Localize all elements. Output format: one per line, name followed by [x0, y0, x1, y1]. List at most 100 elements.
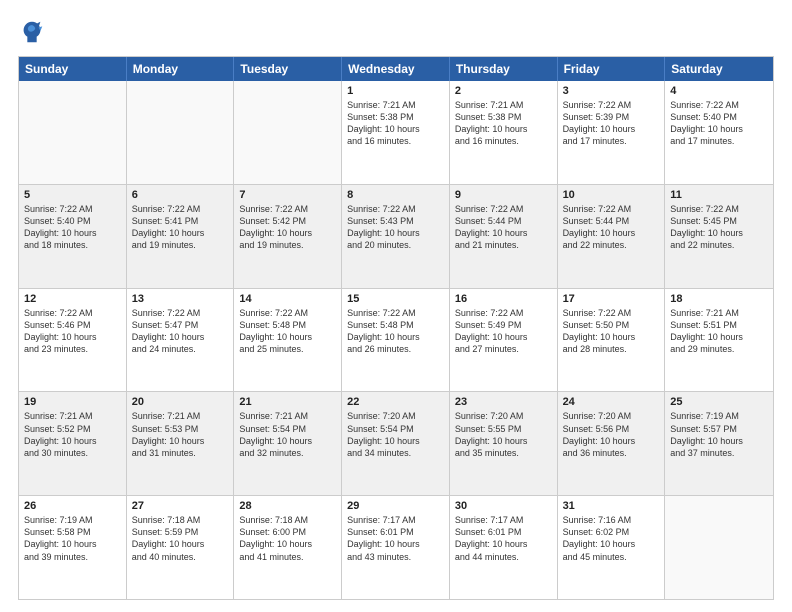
day-cell-11: 11 Sunrise: 7:22 AMSunset: 5:45 PMDayligh…: [665, 185, 773, 288]
weekday-header-monday: Monday: [127, 57, 235, 81]
day-cell-20: 20 Sunrise: 7:21 AMSunset: 5:53 PMDayligh…: [127, 392, 235, 495]
day-number: 31: [563, 500, 660, 512]
day-info: Sunrise: 7:20 AMSunset: 5:54 PMDaylight:…: [347, 410, 444, 459]
day-info: Sunrise: 7:21 AMSunset: 5:38 PMDaylight:…: [455, 99, 552, 148]
day-number: 6: [132, 189, 229, 201]
logo-icon: [18, 18, 46, 46]
day-number: 2: [455, 85, 552, 97]
day-number: 27: [132, 500, 229, 512]
day-info: Sunrise: 7:22 AMSunset: 5:50 PMDaylight:…: [563, 307, 660, 356]
empty-cell-r4c6: [665, 496, 773, 599]
day-cell-18: 18 Sunrise: 7:21 AMSunset: 5:51 PMDayligh…: [665, 289, 773, 392]
day-info: Sunrise: 7:19 AMSunset: 5:58 PMDaylight:…: [24, 514, 121, 563]
day-cell-2: 2 Sunrise: 7:21 AMSunset: 5:38 PMDaylight…: [450, 81, 558, 184]
day-cell-31: 31 Sunrise: 7:16 AMSunset: 6:02 PMDayligh…: [558, 496, 666, 599]
day-cell-14: 14 Sunrise: 7:22 AMSunset: 5:48 PMDayligh…: [234, 289, 342, 392]
day-info: Sunrise: 7:17 AMSunset: 6:01 PMDaylight:…: [455, 514, 552, 563]
weekday-header-sunday: Sunday: [19, 57, 127, 81]
day-cell-9: 9 Sunrise: 7:22 AMSunset: 5:44 PMDaylight…: [450, 185, 558, 288]
day-number: 18: [670, 293, 768, 305]
day-number: 4: [670, 85, 768, 97]
day-number: 30: [455, 500, 552, 512]
day-info: Sunrise: 7:21 AMSunset: 5:53 PMDaylight:…: [132, 410, 229, 459]
day-cell-29: 29 Sunrise: 7:17 AMSunset: 6:01 PMDayligh…: [342, 496, 450, 599]
day-number: 11: [670, 189, 768, 201]
day-info: Sunrise: 7:22 AMSunset: 5:48 PMDaylight:…: [239, 307, 336, 356]
calendar-row-2: 12 Sunrise: 7:22 AMSunset: 5:46 PMDayligh…: [19, 288, 773, 392]
day-info: Sunrise: 7:21 AMSunset: 5:51 PMDaylight:…: [670, 307, 768, 356]
day-cell-1: 1 Sunrise: 7:21 AMSunset: 5:38 PMDaylight…: [342, 81, 450, 184]
day-info: Sunrise: 7:22 AMSunset: 5:40 PMDaylight:…: [24, 203, 121, 252]
day-number: 3: [563, 85, 660, 97]
day-number: 9: [455, 189, 552, 201]
weekday-header-saturday: Saturday: [665, 57, 773, 81]
calendar: SundayMondayTuesdayWednesdayThursdayFrid…: [18, 56, 774, 600]
day-info: Sunrise: 7:16 AMSunset: 6:02 PMDaylight:…: [563, 514, 660, 563]
day-cell-5: 5 Sunrise: 7:22 AMSunset: 5:40 PMDaylight…: [19, 185, 127, 288]
day-number: 22: [347, 396, 444, 408]
day-number: 19: [24, 396, 121, 408]
day-cell-22: 22 Sunrise: 7:20 AMSunset: 5:54 PMDayligh…: [342, 392, 450, 495]
calendar-row-1: 5 Sunrise: 7:22 AMSunset: 5:40 PMDaylight…: [19, 184, 773, 288]
day-cell-25: 25Sunrise: 7:19 AMSunset: 5:57 PMDayligh…: [665, 392, 773, 495]
day-number: 16: [455, 293, 552, 305]
day-cell-27: 27 Sunrise: 7:18 AMSunset: 5:59 PMDayligh…: [127, 496, 235, 599]
day-number: 25: [670, 396, 768, 408]
day-cell-23: 23 Sunrise: 7:20 AMSunset: 5:55 PMDayligh…: [450, 392, 558, 495]
logo: [18, 18, 50, 46]
day-number: 1: [347, 85, 444, 97]
day-info: Sunrise: 7:22 AMSunset: 5:41 PMDaylight:…: [132, 203, 229, 252]
day-info: Sunrise: 7:21 AMSunset: 5:38 PMDaylight:…: [347, 99, 444, 148]
day-cell-26: 26Sunrise: 7:19 AMSunset: 5:58 PMDayligh…: [19, 496, 127, 599]
day-number: 12: [24, 293, 121, 305]
day-number: 5: [24, 189, 121, 201]
day-info: Sunrise: 7:18 AMSunset: 6:00 PMDaylight:…: [239, 514, 336, 563]
empty-cell-r0c2: [234, 81, 342, 184]
day-cell-21: 21 Sunrise: 7:21 AMSunset: 5:54 PMDayligh…: [234, 392, 342, 495]
day-number: 20: [132, 396, 229, 408]
header: [18, 18, 774, 46]
day-number: 29: [347, 500, 444, 512]
day-number: 23: [455, 396, 552, 408]
day-number: 14: [239, 293, 336, 305]
day-cell-17: 17 Sunrise: 7:22 AMSunset: 5:50 PMDayligh…: [558, 289, 666, 392]
calendar-row-4: 26Sunrise: 7:19 AMSunset: 5:58 PMDayligh…: [19, 495, 773, 599]
day-number: 24: [563, 396, 660, 408]
day-cell-28: 28 Sunrise: 7:18 AMSunset: 6:00 PMDayligh…: [234, 496, 342, 599]
page: SundayMondayTuesdayWednesdayThursdayFrid…: [0, 0, 792, 612]
calendar-row-3: 19Sunrise: 7:21 AMSunset: 5:52 PMDayligh…: [19, 391, 773, 495]
calendar-row-0: 1 Sunrise: 7:21 AMSunset: 5:38 PMDaylight…: [19, 81, 773, 184]
day-number: 8: [347, 189, 444, 201]
day-info: Sunrise: 7:22 AMSunset: 5:49 PMDaylight:…: [455, 307, 552, 356]
day-cell-6: 6 Sunrise: 7:22 AMSunset: 5:41 PMDaylight…: [127, 185, 235, 288]
day-info: Sunrise: 7:18 AMSunset: 5:59 PMDaylight:…: [132, 514, 229, 563]
weekday-header-thursday: Thursday: [450, 57, 558, 81]
day-number: 10: [563, 189, 660, 201]
day-cell-15: 15 Sunrise: 7:22 AMSunset: 5:48 PMDayligh…: [342, 289, 450, 392]
day-number: 17: [563, 293, 660, 305]
day-cell-30: 30 Sunrise: 7:17 AMSunset: 6:01 PMDayligh…: [450, 496, 558, 599]
day-cell-24: 24 Sunrise: 7:20 AMSunset: 5:56 PMDayligh…: [558, 392, 666, 495]
day-cell-13: 13Sunrise: 7:22 AMSunset: 5:47 PMDayligh…: [127, 289, 235, 392]
weekday-header-tuesday: Tuesday: [234, 57, 342, 81]
day-info: Sunrise: 7:21 AMSunset: 5:54 PMDaylight:…: [239, 410, 336, 459]
day-info: Sunrise: 7:22 AMSunset: 5:43 PMDaylight:…: [347, 203, 444, 252]
day-info: Sunrise: 7:20 AMSunset: 5:56 PMDaylight:…: [563, 410, 660, 459]
day-info: Sunrise: 7:22 AMSunset: 5:45 PMDaylight:…: [670, 203, 768, 252]
day-number: 28: [239, 500, 336, 512]
day-cell-3: 3Sunrise: 7:22 AMSunset: 5:39 PMDaylight…: [558, 81, 666, 184]
day-info: Sunrise: 7:20 AMSunset: 5:55 PMDaylight:…: [455, 410, 552, 459]
day-number: 7: [239, 189, 336, 201]
day-info: Sunrise: 7:22 AMSunset: 5:46 PMDaylight:…: [24, 307, 121, 356]
day-cell-7: 7Sunrise: 7:22 AMSunset: 5:42 PMDaylight…: [234, 185, 342, 288]
day-number: 21: [239, 396, 336, 408]
weekday-header-friday: Friday: [558, 57, 666, 81]
day-cell-12: 12 Sunrise: 7:22 AMSunset: 5:46 PMDayligh…: [19, 289, 127, 392]
day-info: Sunrise: 7:17 AMSunset: 6:01 PMDaylight:…: [347, 514, 444, 563]
day-info: Sunrise: 7:22 AMSunset: 5:47 PMDaylight:…: [132, 307, 229, 356]
weekday-header-wednesday: Wednesday: [342, 57, 450, 81]
day-info: Sunrise: 7:22 AMSunset: 5:44 PMDaylight:…: [455, 203, 552, 252]
day-cell-8: 8 Sunrise: 7:22 AMSunset: 5:43 PMDaylight…: [342, 185, 450, 288]
day-number: 15: [347, 293, 444, 305]
day-info: Sunrise: 7:22 AMSunset: 5:48 PMDaylight:…: [347, 307, 444, 356]
